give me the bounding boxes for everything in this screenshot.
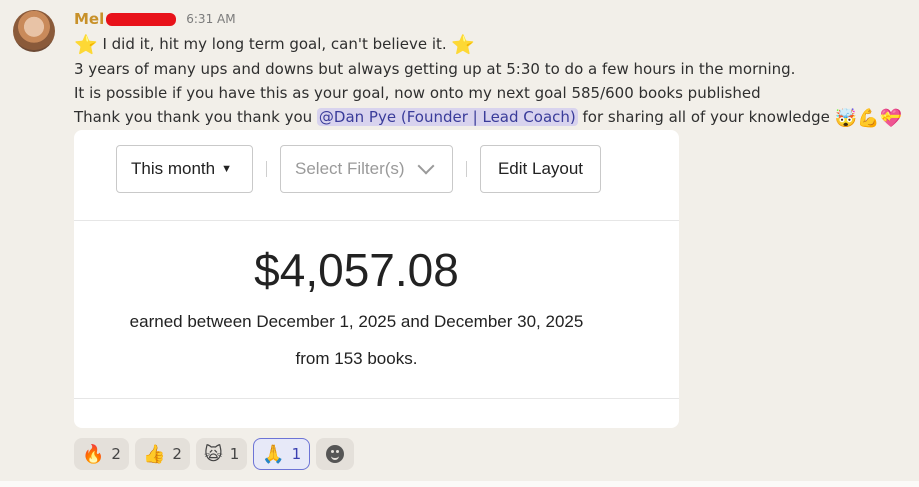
message-line-1: ⭐ I did it, hit my long term goal, can't… <box>74 32 914 57</box>
earnings-amount: $4,057.08 <box>254 244 459 296</box>
mind-blown-flex-heart-emoji-icon: 🤯💪💝 <box>834 108 902 129</box>
reaction-pray[interactable]: 🙏 1 <box>253 438 311 470</box>
chevron-down-icon <box>417 157 435 175</box>
books-count: from 153 books. <box>295 349 418 368</box>
toolbar-divider <box>466 161 467 177</box>
reaction-count: 1 <box>229 445 240 463</box>
message-timestamp[interactable]: 6:31 AM <box>186 12 235 26</box>
star-emoji-icon: ⭐ <box>74 34 98 56</box>
redacted-name-mark <box>106 12 177 26</box>
message-body: ⭐ I did it, hit my long term goal, can't… <box>74 32 914 131</box>
fire-icon: 🔥 <box>82 443 105 465</box>
card-divider-top <box>74 220 679 221</box>
message-line-2: 3 years of many ups and downs but always… <box>74 60 796 78</box>
author-name[interactable]: Mel <box>74 10 104 28</box>
reaction-count: 1 <box>291 445 302 463</box>
embedded-screenshot-card: This month ▼ Select Filter(s) Edit Layou… <box>74 130 679 428</box>
author-avatar[interactable] <box>13 10 55 52</box>
filter-select-placeholder: Select Filter(s) <box>295 159 405 178</box>
message-line-4-tail: for sharing all of your knowledge <box>582 108 830 126</box>
message-line-4-text: Thank you thank you thank you <box>74 108 313 126</box>
period-dropdown[interactable]: This month ▼ <box>116 145 253 193</box>
bottom-edge <box>0 481 919 487</box>
reaction-fire[interactable]: 🔥 2 <box>74 438 129 470</box>
filter-select[interactable]: Select Filter(s) <box>280 145 453 193</box>
reaction-count: 2 <box>172 445 182 463</box>
add-reaction-button[interactable] <box>316 438 355 470</box>
message-line-1-text: I did it, hit my long term goal, can't b… <box>102 35 447 53</box>
reactions-bar: 🔥 2 👍 2 🙀 1 🙏 1 <box>74 438 360 470</box>
pray-icon: 🙏 <box>262 443 285 465</box>
message-header: Mel 6:31 AM <box>74 9 236 29</box>
earnings-date-range: earned between December 1, 2025 and Dece… <box>129 312 584 331</box>
smiley-icon <box>326 445 345 463</box>
thumbs-up-icon: 👍 <box>142 443 166 465</box>
edit-layout-button[interactable]: Edit Layout <box>480 145 601 193</box>
user-mention[interactable]: @Dan Pye (Founder | Lead Coach) <box>316 108 578 126</box>
message-line-3: It is possible if you have this as your … <box>74 84 761 102</box>
card-divider-bottom <box>74 398 679 399</box>
caret-down-icon: ▼ <box>221 163 232 175</box>
report-toolbar: This month ▼ Select Filter(s) Edit Layou… <box>116 144 601 194</box>
toolbar-divider <box>266 161 267 177</box>
message-line-4: Thank you thank you thank you @Dan Pye (… <box>74 105 914 131</box>
scream-cat-icon: 🙀 <box>203 443 223 465</box>
reaction-scream-cat[interactable]: 🙀 1 <box>195 438 248 470</box>
period-dropdown-label: This month <box>131 159 216 178</box>
reaction-count: 2 <box>111 445 121 463</box>
reaction-thumbs-up[interactable]: 👍 2 <box>134 438 190 470</box>
star-emoji-icon: ⭐ <box>451 34 476 56</box>
